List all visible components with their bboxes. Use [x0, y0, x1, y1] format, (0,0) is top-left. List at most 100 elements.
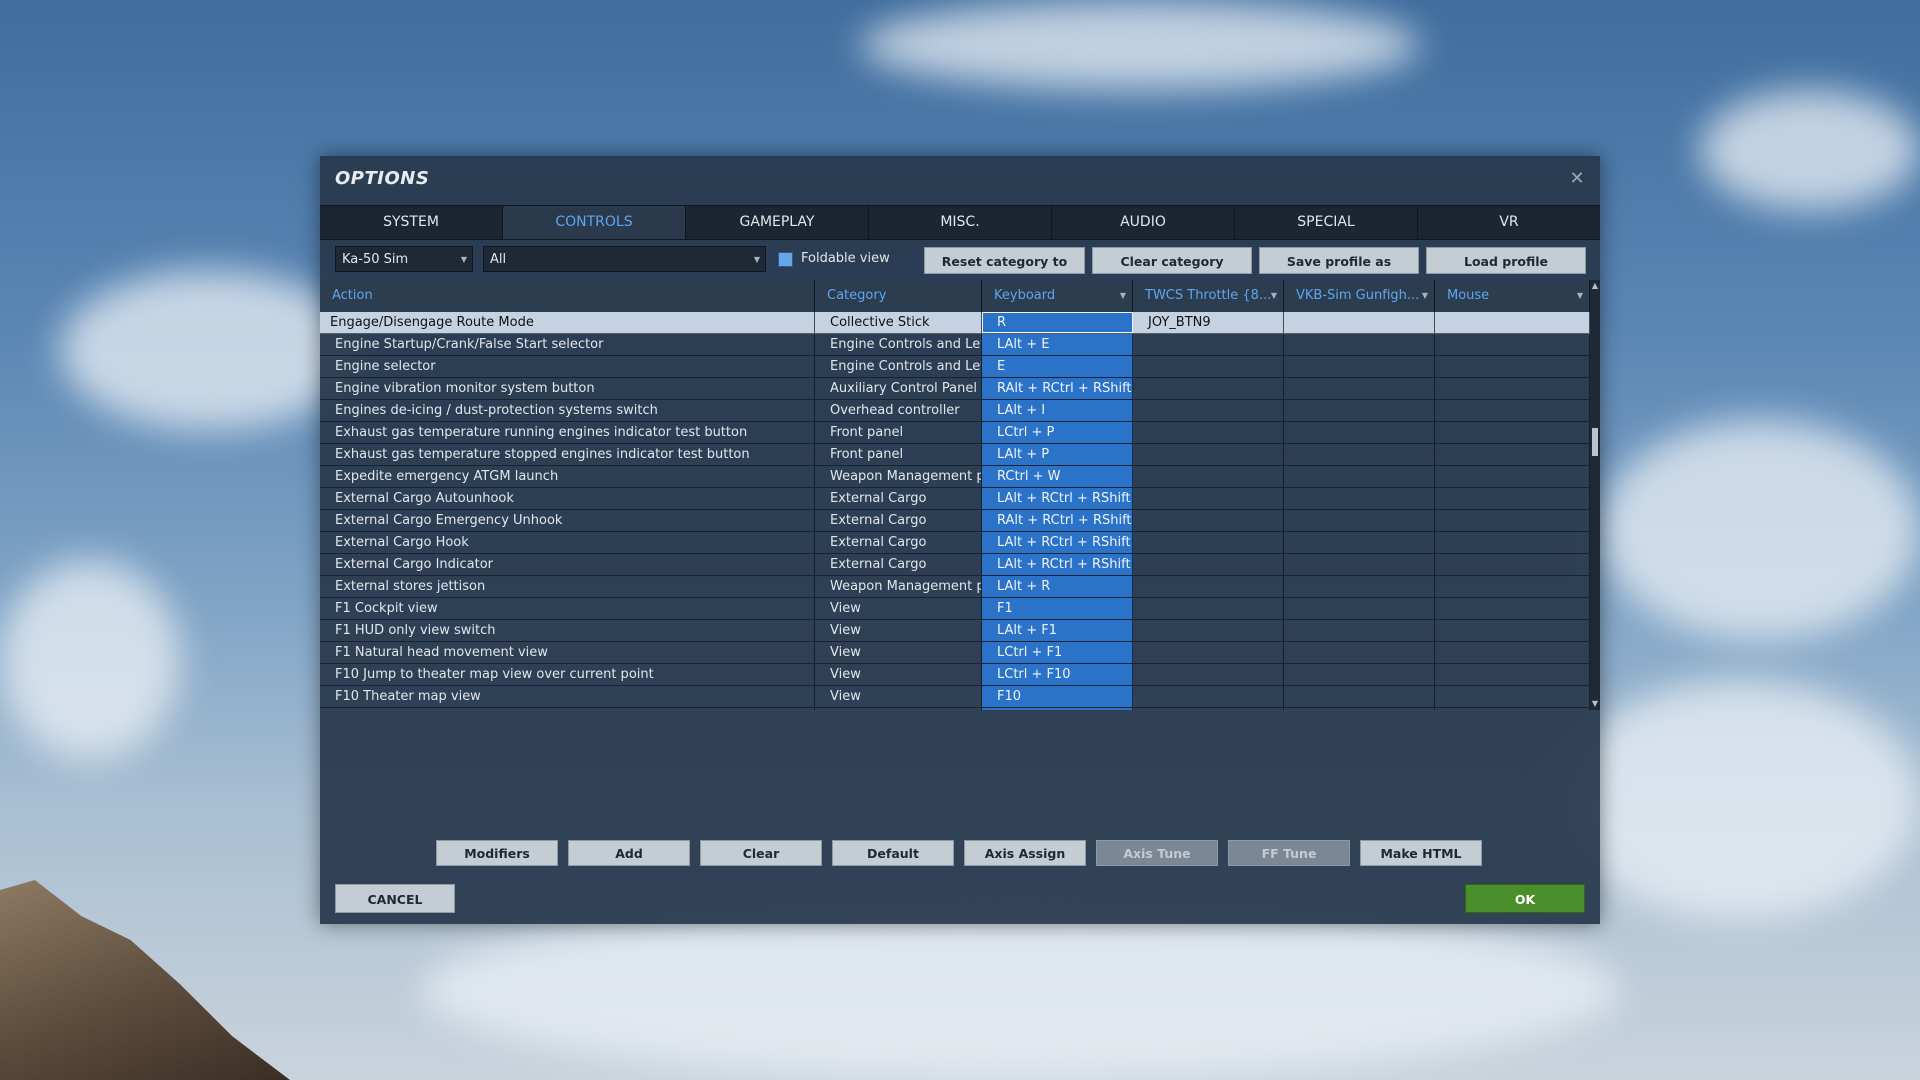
twcs-binding-cell[interactable] — [1133, 532, 1284, 553]
keyboard-binding-cell[interactable]: LAlt + RCtrl + RShift + — [982, 554, 1133, 575]
header-twcs-throttle[interactable]: TWCS Throttle {8... ▼ — [1133, 280, 1284, 312]
twcs-binding-cell[interactable] — [1133, 664, 1284, 685]
keyboard-binding-cell[interactable]: LAlt + F1 — [982, 620, 1133, 641]
vkb-binding-cell[interactable] — [1284, 576, 1435, 597]
tab-controls[interactable]: CONTROLS — [503, 206, 686, 239]
vkb-binding-cell[interactable] — [1284, 422, 1435, 443]
tab-vr[interactable]: VR — [1418, 206, 1600, 239]
table-row[interactable]: Engine selectorEngine Controls and Lever… — [320, 356, 1590, 378]
mouse-binding-cell[interactable] — [1435, 532, 1590, 553]
mouse-binding-cell[interactable] — [1435, 642, 1590, 663]
chevron-down-icon[interactable]: ▼ — [1577, 280, 1583, 312]
vkb-binding-cell[interactable] — [1284, 598, 1435, 619]
vkb-binding-cell[interactable] — [1284, 356, 1435, 377]
header-vkb-gunfighter[interactable]: VKB-Sim Gunfigh... ▼ — [1284, 280, 1435, 312]
twcs-binding-cell[interactable] — [1133, 620, 1284, 641]
scroll-up-arrow-icon[interactable]: ▲ — [1590, 280, 1600, 292]
vkb-binding-cell[interactable] — [1284, 488, 1435, 509]
keyboard-binding-cell[interactable]: LCtrl + P — [982, 422, 1133, 443]
twcs-binding-cell[interactable] — [1133, 356, 1284, 377]
twcs-binding-cell[interactable] — [1133, 488, 1284, 509]
reset-category-button[interactable]: Reset category to default — [924, 247, 1085, 296]
table-row[interactable]: Engine vibration monitor system button Au… — [320, 378, 1590, 400]
keyboard-binding-cell[interactable]: LAlt + I — [982, 400, 1133, 421]
make-html-button[interactable]: Make HTML — [1360, 840, 1482, 866]
vkb-binding-cell[interactable] — [1284, 708, 1435, 710]
header-action[interactable]: Action — [320, 280, 815, 312]
clear-button[interactable]: Clear — [700, 840, 822, 866]
table-row[interactable]: External Cargo Hook External Cargo LAlt + … — [320, 532, 1590, 554]
vkb-binding-cell[interactable] — [1284, 554, 1435, 575]
mouse-binding-cell[interactable] — [1435, 334, 1590, 355]
twcs-binding-cell[interactable] — [1133, 576, 1284, 597]
scrollbar-thumb[interactable] — [1592, 428, 1598, 456]
mouse-binding-cell[interactable] — [1435, 510, 1590, 531]
mouse-binding-cell[interactable] — [1435, 620, 1590, 641]
keyboard-binding-cell[interactable]: LAlt + R — [982, 576, 1133, 597]
chevron-down-icon[interactable]: ▼ — [1271, 280, 1277, 312]
mouse-binding-cell[interactable] — [1435, 356, 1590, 377]
twcs-binding-cell[interactable] — [1133, 642, 1284, 663]
ff-tune-button[interactable]: FF Tune — [1228, 840, 1350, 866]
mouse-binding-cell[interactable] — [1435, 576, 1590, 597]
close-icon[interactable]: ✕ — [1566, 168, 1588, 190]
twcs-binding-cell[interactable] — [1133, 378, 1284, 399]
table-row[interactable]: F11 Airport free cameraViewF11 — [320, 708, 1590, 710]
tab-misc[interactable]: MISC. — [869, 206, 1052, 239]
vkb-binding-cell[interactable] — [1284, 620, 1435, 641]
table-row[interactable]: F1 Natural head movement view View LCtrl +… — [320, 642, 1590, 664]
vkb-binding-cell[interactable] — [1284, 334, 1435, 355]
tab-system[interactable]: SYSTEM — [320, 206, 503, 239]
keyboard-binding-cell[interactable]: RCtrl + W — [982, 466, 1133, 487]
table-row[interactable]: External Cargo Indicator External Cargo LA… — [320, 554, 1590, 576]
mouse-binding-cell[interactable] — [1435, 686, 1590, 707]
twcs-binding-cell[interactable] — [1133, 554, 1284, 575]
vkb-binding-cell[interactable] — [1284, 532, 1435, 553]
table-row[interactable]: Engine Startup/Crank/False Start selecto… — [320, 334, 1590, 356]
table-row[interactable]: External stores jettison Weapon Managemen… — [320, 576, 1590, 598]
keyboard-binding-cell[interactable]: RAlt + RCtrl + RShift + — [982, 510, 1133, 531]
mouse-binding-cell[interactable] — [1435, 488, 1590, 509]
mouse-binding-cell[interactable] — [1435, 708, 1590, 710]
twcs-binding-cell[interactable]: JOY_BTN9 — [1133, 312, 1284, 333]
vkb-binding-cell[interactable] — [1284, 312, 1435, 333]
vkb-binding-cell[interactable] — [1284, 510, 1435, 531]
ok-button[interactable]: OK — [1465, 884, 1585, 913]
mouse-binding-cell[interactable] — [1435, 466, 1590, 487]
foldable-view-checkbox[interactable] — [778, 252, 793, 267]
table-row[interactable]: Exhaust gas temperature stopped engines … — [320, 444, 1590, 466]
mouse-binding-cell[interactable] — [1435, 400, 1590, 421]
mouse-binding-cell[interactable] — [1435, 444, 1590, 465]
keyboard-binding-cell[interactable]: LCtrl + F1 — [982, 642, 1133, 663]
vkb-binding-cell[interactable] — [1284, 642, 1435, 663]
vkb-binding-cell[interactable] — [1284, 664, 1435, 685]
grid-scrollbar[interactable]: ▲ ▼ — [1590, 280, 1600, 710]
vkb-binding-cell[interactable] — [1284, 686, 1435, 707]
table-row[interactable]: Exhaust gas temperature running engines … — [320, 422, 1590, 444]
keyboard-binding-cell[interactable]: LAlt + RCtrl + RShift + — [982, 488, 1133, 509]
table-row[interactable]: Engage/Disengage Route Mode Collective St… — [320, 312, 1590, 334]
vkb-binding-cell[interactable] — [1284, 466, 1435, 487]
keyboard-binding-cell[interactable]: F10 — [982, 686, 1133, 707]
category-filter-select[interactable]: All ▼ — [483, 246, 766, 272]
mouse-binding-cell[interactable] — [1435, 422, 1590, 443]
keyboard-binding-cell[interactable]: F11 — [982, 708, 1133, 710]
twcs-binding-cell[interactable] — [1133, 466, 1284, 487]
twcs-binding-cell[interactable] — [1133, 510, 1284, 531]
save-profile-button[interactable]: Save profile as — [1259, 247, 1419, 274]
keyboard-binding-cell[interactable]: F1 — [982, 598, 1133, 619]
twcs-binding-cell[interactable] — [1133, 422, 1284, 443]
clear-category-button[interactable]: Clear category — [1092, 247, 1252, 274]
keyboard-binding-cell[interactable]: LAlt + P — [982, 444, 1133, 465]
table-row[interactable]: Engines de-icing / dust-protection syste… — [320, 400, 1590, 422]
mouse-binding-cell[interactable] — [1435, 554, 1590, 575]
mouse-binding-cell[interactable] — [1435, 378, 1590, 399]
chevron-down-icon[interactable]: ▼ — [1120, 280, 1126, 312]
mouse-binding-cell[interactable] — [1435, 312, 1590, 333]
table-row[interactable]: Expedite emergency ATGM launch Weapon Man… — [320, 466, 1590, 488]
header-category[interactable]: Category — [815, 280, 982, 312]
twcs-binding-cell[interactable] — [1133, 708, 1284, 710]
header-keyboard[interactable]: Keyboard ▼ — [982, 280, 1133, 312]
keyboard-binding-cell[interactable]: E — [982, 356, 1133, 377]
default-button[interactable]: Default — [832, 840, 954, 866]
